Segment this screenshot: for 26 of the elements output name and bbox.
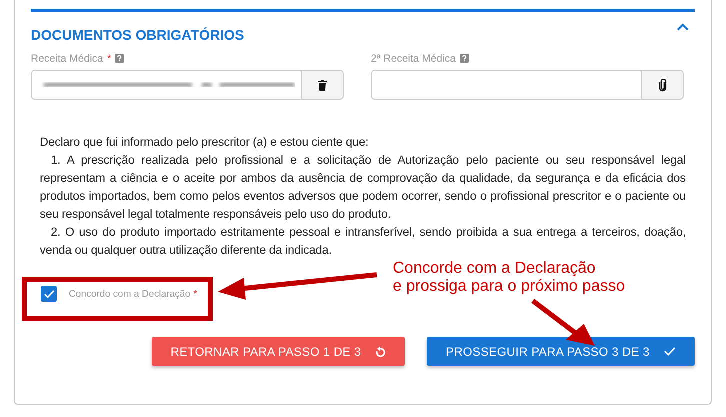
delete-button[interactable]: [302, 70, 344, 100]
field-label: Receita Médica: [31, 52, 104, 64]
paperclip-icon: [658, 78, 666, 92]
annotation-text: Concorde com a Declaração e prossiga para o próximo passo: [393, 260, 626, 296]
check-icon: [664, 347, 676, 356]
check-icon: [44, 290, 54, 298]
checkbox-label: Concordo com a Declaração: [69, 288, 191, 300]
collapse-chevron-icon[interactable]: [677, 23, 689, 31]
declaration-item: 2. O uso do produto importado estritamente pessoal e intransferível, sendo proibida a sua entrega a terceiros, doação, venda ou qualquer outra utilização diferente da indicada.: [40, 224, 686, 259]
field-label: 2ª Receita Médica: [371, 52, 456, 64]
help-icon[interactable]: [460, 54, 470, 63]
annotation-arrow: [530, 298, 598, 348]
required-mark: *: [107, 52, 112, 64]
file-field[interactable]: [371, 70, 642, 100]
back-button[interactable]: RETORNAR PARA PASSO 1 DE 3: [152, 337, 405, 366]
agree-checkbox[interactable]: [41, 286, 57, 302]
help-icon[interactable]: [115, 54, 124, 63]
section-title: DOCUMENTOS OBRIGATÓRIOS: [31, 27, 244, 43]
file-field[interactable]: [31, 70, 302, 100]
undo-icon: [375, 346, 386, 358]
next-button[interactable]: PROSSEGUIR PARA PASSO 3 DE 3: [427, 337, 695, 366]
attach-button[interactable]: [642, 70, 684, 100]
declaration-intro: Declaro que fui informado pelo prescritor (a) e estou ciente que:: [40, 134, 370, 151]
trash-icon: [318, 80, 327, 90]
required-mark: *: [194, 288, 198, 300]
declaration-item: 1. A prescrição realizada pelo profissional e a solicitação de Autorização pelo paciente ou seu responsável legal representam a ciência e o aceite por ambos da ausência de comprovação da qualidade, da segurança e da eficácia dos produtos importados, bem como pelos eventos adversos que podem ocorrer, sendo o profissional prescritor e o paciente ou seu responsável legal totalmente responsáveis pelo uso do produto.: [40, 152, 686, 223]
